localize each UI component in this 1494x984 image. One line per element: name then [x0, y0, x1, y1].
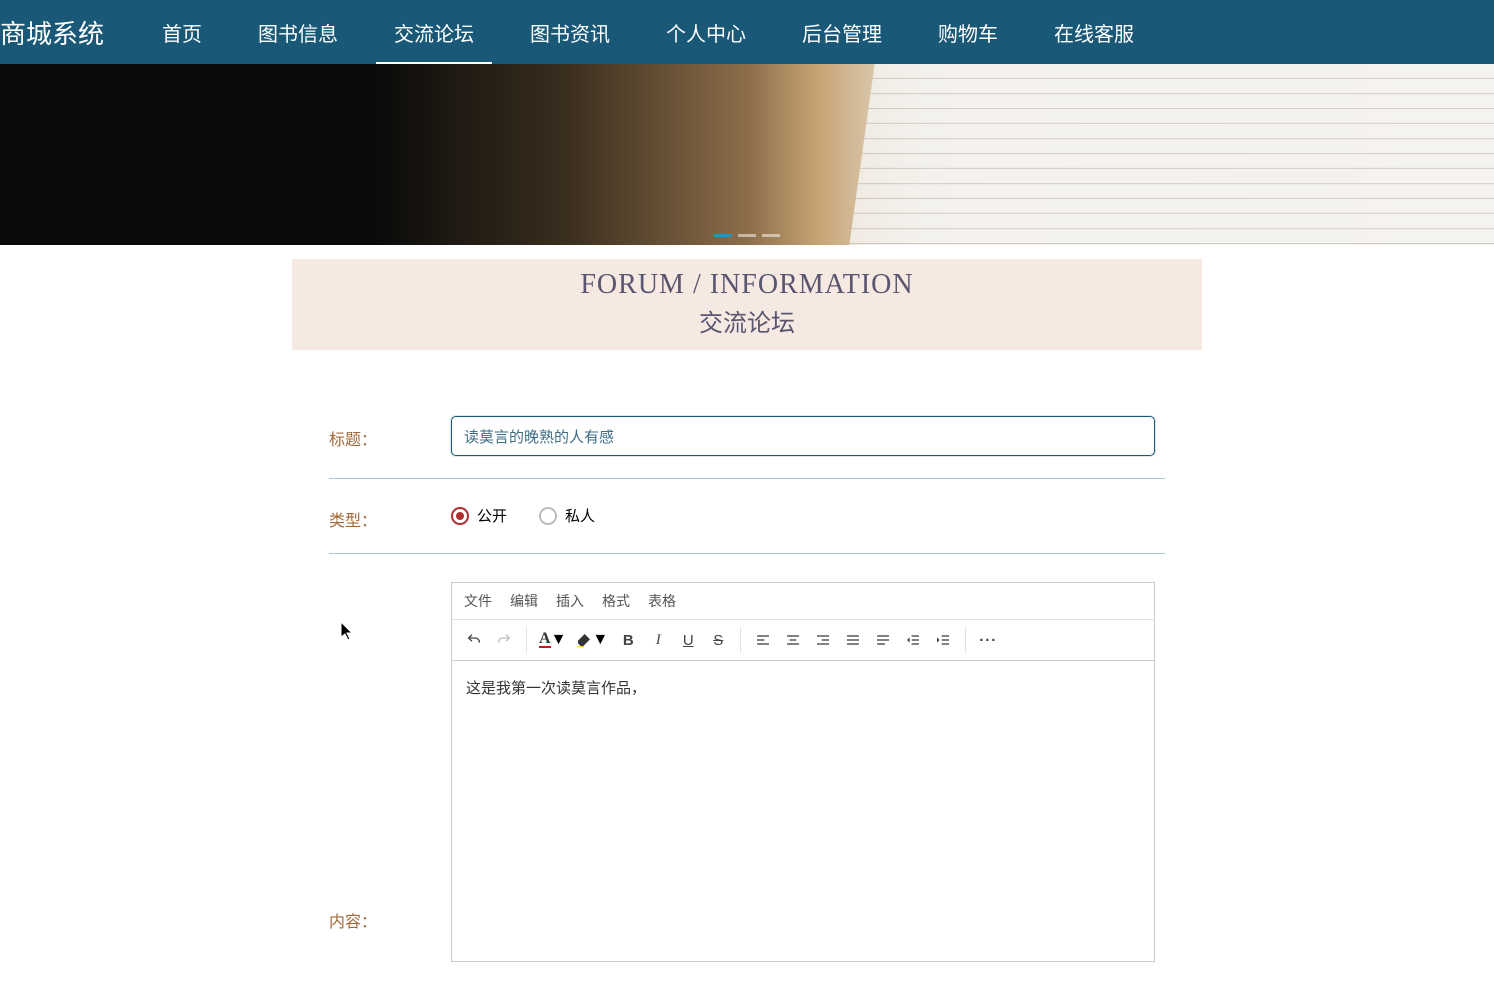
- nav-news[interactable]: 图书资讯: [502, 0, 638, 64]
- nav-forum[interactable]: 交流论坛: [366, 0, 502, 64]
- label-content: 内容：: [329, 908, 451, 932]
- toolbar-separator: [965, 627, 966, 653]
- label-title: 标题：: [329, 416, 451, 450]
- nav-cart[interactable]: 购物车: [910, 0, 1026, 64]
- page-heading: FORUM / INFORMATION 交流论坛: [292, 259, 1202, 350]
- chevron-down-icon: ▼: [592, 631, 608, 649]
- radio-public-label: 公开: [477, 505, 507, 526]
- toolbar-separator: [740, 627, 741, 653]
- menu-file[interactable]: 文件: [464, 591, 492, 611]
- menu-insert[interactable]: 插入: [556, 591, 584, 611]
- indent-icon[interactable]: [929, 626, 957, 654]
- nav-home[interactable]: 首页: [134, 0, 230, 64]
- radio-circle-icon: [451, 507, 469, 525]
- brand-title: 商城系统: [0, 14, 134, 51]
- undo-icon[interactable]: [460, 626, 488, 654]
- outdent-icon[interactable]: [899, 626, 927, 654]
- bold-icon[interactable]: B: [614, 626, 642, 654]
- radio-circle-icon: [539, 507, 557, 525]
- highlighter-icon: [576, 632, 592, 648]
- menu-table[interactable]: 表格: [648, 591, 676, 611]
- menu-format[interactable]: 格式: [602, 591, 630, 611]
- post-form: 标题： 类型： 公开 私人 内容： 文件 编辑 插入 格式 表格: [329, 398, 1165, 984]
- underline-icon[interactable]: U: [674, 626, 702, 654]
- align-right-icon[interactable]: [809, 626, 837, 654]
- editor-toolbar: A ▼ ▼ B I U S: [452, 620, 1154, 661]
- menu-edit[interactable]: 编辑: [510, 591, 538, 611]
- text-color-icon: A: [539, 632, 551, 648]
- text-color-button[interactable]: A ▼: [535, 626, 570, 654]
- chevron-down-icon: ▼: [551, 631, 567, 649]
- editor-body[interactable]: 这是我第一次读莫言作品，: [452, 661, 1154, 961]
- carousel-dots: [714, 234, 780, 237]
- more-icon[interactable]: ···: [974, 626, 1002, 654]
- align-left-icon[interactable]: [749, 626, 777, 654]
- rich-editor: 文件 编辑 插入 格式 表格 A ▼: [451, 582, 1155, 962]
- row-type: 类型： 公开 私人: [329, 479, 1165, 554]
- nav-items: 首页 图书信息 交流论坛 图书资讯 个人中心 后台管理 购物车 在线客服: [134, 0, 1162, 64]
- align-center-icon[interactable]: [779, 626, 807, 654]
- heading-en: FORUM / INFORMATION: [292, 269, 1202, 301]
- nav-admin[interactable]: 后台管理: [774, 0, 910, 64]
- radio-public[interactable]: 公开: [451, 505, 507, 526]
- radio-private[interactable]: 私人: [539, 505, 595, 526]
- top-navbar: 商城系统 首页 图书信息 交流论坛 图书资讯 个人中心 后台管理 购物车 在线客…: [0, 0, 1494, 64]
- toolbar-separator: [526, 627, 527, 653]
- label-type: 类型：: [329, 497, 451, 531]
- heading-zh: 交流论坛: [292, 303, 1202, 338]
- radio-group-type: 公开 私人: [451, 497, 595, 526]
- row-title: 标题：: [329, 398, 1165, 479]
- nav-books[interactable]: 图书信息: [230, 0, 366, 64]
- row-content: 内容： 文件 编辑 插入 格式 表格 A ▼: [329, 554, 1165, 984]
- strikethrough-icon[interactable]: S: [704, 626, 732, 654]
- title-input[interactable]: [451, 416, 1155, 456]
- highlight-color-button[interactable]: ▼: [572, 626, 612, 654]
- carousel-dot-2[interactable]: [738, 234, 756, 237]
- radio-private-label: 私人: [565, 505, 595, 526]
- nav-service[interactable]: 在线客服: [1026, 0, 1162, 64]
- italic-icon[interactable]: I: [644, 626, 672, 654]
- align-justify-icon[interactable]: [839, 626, 867, 654]
- carousel-dot-1[interactable]: [714, 234, 732, 237]
- editor-menubar: 文件 编辑 插入 格式 表格: [452, 583, 1154, 620]
- nav-user-center[interactable]: 个人中心: [638, 0, 774, 64]
- carousel-dot-3[interactable]: [762, 234, 780, 237]
- align-distribute-icon[interactable]: [869, 626, 897, 654]
- hero-banner: [0, 64, 1494, 245]
- redo-icon[interactable]: [490, 626, 518, 654]
